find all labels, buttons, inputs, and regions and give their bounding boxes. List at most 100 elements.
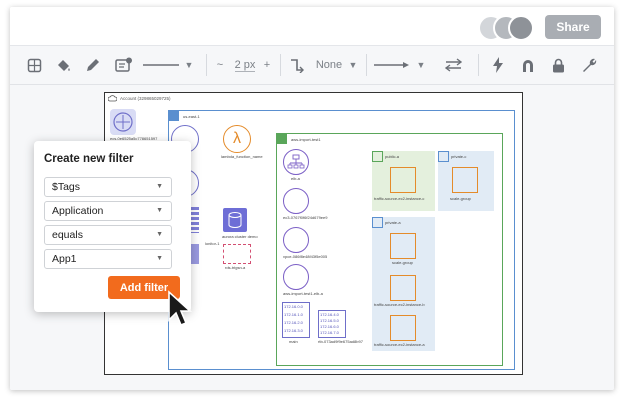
lock-icon[interactable]	[548, 46, 568, 84]
chevron-down-icon: ▼	[156, 255, 163, 262]
vpce-icon[interactable]	[283, 227, 309, 253]
stack-icon	[191, 244, 199, 264]
vpc-container[interactable]: aws-import-test1 elb-a ec3-0767f0f6f24d6…	[276, 133, 503, 366]
share-button[interactable]: Share	[545, 15, 601, 39]
ip-block: 172.16.7.0	[320, 330, 339, 335]
arrow-style-caret[interactable]: ▼	[414, 46, 428, 84]
filter-value-select[interactable]: App1 ▼	[44, 249, 172, 269]
grid-icon[interactable]	[24, 46, 44, 84]
aurora-label: aurora cluster demo	[222, 234, 258, 239]
region-container[interactable]: us-east-1 λ lambda_function_name aurora …	[168, 110, 515, 370]
storage-icon[interactable]	[223, 244, 251, 264]
database-icon[interactable]	[223, 208, 247, 232]
stack-icon	[191, 207, 199, 233]
subnet-lock-icon	[372, 151, 383, 162]
arrow-style-icon[interactable]	[372, 46, 412, 84]
wrench-icon[interactable]	[578, 46, 600, 84]
subnet-label: public-a	[385, 154, 400, 159]
endpoint-label: aws-import-test1-elb-a	[283, 291, 323, 296]
lambda-icon[interactable]: λ	[223, 125, 251, 153]
main-label: main	[289, 339, 298, 344]
vpc-label: aws-import-test1	[291, 137, 321, 142]
ip-block: 172.16.6.0	[320, 324, 339, 329]
divider	[366, 54, 367, 76]
endpoint-label: ec3-0767f0f6f24d679ee9	[283, 215, 328, 220]
route-table-left[interactable]: 172.16.0.0 172.16.1.0 172.16.2.0 172.16.…	[282, 302, 310, 338]
select-value: equals	[52, 229, 83, 241]
endpoint-select[interactable]: None	[312, 46, 346, 84]
connector-elbow-icon[interactable]	[286, 46, 308, 84]
vpc-cloud-icon	[277, 134, 287, 144]
instance-label: traffic-source-ec2-instance-c	[374, 196, 425, 201]
decrease-width-button[interactable]: ~	[212, 46, 228, 84]
ip-block: 172.16.3.0	[284, 328, 303, 333]
ec2-instance-icon[interactable]	[390, 275, 416, 301]
ip-block: 172.16.4.0	[320, 312, 339, 317]
rtb-label: rtb-073ad9f9e675ad8b97	[318, 339, 363, 344]
toolbar: ▼ ~ 2 px + None ▼ ▼	[10, 46, 614, 85]
filter-tag-select[interactable]: Application ▼	[44, 201, 172, 221]
top-bar: Share	[10, 7, 614, 46]
magnet-icon[interactable]	[518, 46, 538, 84]
route-table-right[interactable]: 172.16.4.0 172.16.5.0 172.16.6.0 172.16.…	[318, 310, 346, 338]
chevron-down-icon: ▼	[156, 231, 163, 238]
region-label: us-east-1	[183, 114, 200, 119]
lambda-label: lambda_function_name	[221, 154, 263, 159]
filter-field-select[interactable]: $Tags ▼	[44, 177, 172, 197]
subnet-label: private-a	[385, 220, 401, 225]
ip-block: 172.16.5.0	[320, 318, 339, 323]
swap-arrows-icon[interactable]	[442, 46, 464, 84]
divider	[478, 54, 479, 76]
subnet-public-a[interactable]: public-a traffic-source-ec2-instance-c	[372, 151, 435, 211]
elb-label: elb-a	[291, 176, 300, 181]
cloud-icon	[108, 95, 117, 102]
ip-block: 172.16.0.0	[284, 304, 303, 309]
line-style-icon[interactable]	[142, 46, 180, 84]
dynamo-label: rds-trigsn-a	[225, 265, 246, 270]
instance-label: scale-group	[450, 196, 471, 201]
lightning-icon[interactable]	[488, 46, 508, 84]
filter-operator-select[interactable]: equals ▼	[44, 225, 172, 245]
collaborator-avatars[interactable]	[478, 15, 538, 41]
elb-endpoint-icon[interactable]	[283, 264, 309, 290]
endpoint-icon[interactable]	[283, 188, 309, 214]
divider	[280, 54, 281, 76]
popup-title: Create new filter	[44, 153, 134, 165]
ec2-instance-icon[interactable]	[390, 315, 416, 341]
ec2-instance-icon[interactable]	[390, 167, 416, 193]
chevron-down-icon: ▼	[156, 183, 163, 190]
create-filter-popup: Create new filter $Tags ▼ Application ▼ …	[34, 141, 191, 312]
fill-bucket-icon[interactable]	[52, 46, 74, 84]
subnet-lock-icon	[438, 151, 449, 162]
instance-label: traffic-source-ec2-instance-b	[374, 302, 425, 307]
subnet-label: private-c	[451, 154, 467, 159]
line-width-value[interactable]: 2 px	[232, 46, 258, 84]
line-style-caret[interactable]: ▼	[182, 46, 196, 84]
select-value: App1	[52, 253, 77, 265]
divider	[206, 54, 207, 76]
subnet-lock-icon	[372, 217, 383, 228]
text-style-icon[interactable]	[112, 46, 136, 84]
ip-block: 172.16.1.0	[284, 312, 303, 317]
ec2-instance-icon[interactable]	[452, 167, 478, 193]
account-header: Account (329865029725)	[105, 93, 520, 104]
ec2-instance-icon[interactable]	[390, 233, 416, 259]
instance-label: scale-group	[392, 260, 413, 265]
account-label: Account (329865029725)	[120, 96, 171, 101]
subnet-private-a[interactable]: private-a scale-group traffic-source-ec2…	[372, 217, 435, 351]
instance-label: traffic-source-ec2-instance-a	[374, 342, 425, 347]
select-value: Application	[52, 205, 104, 217]
network-hub-icon	[113, 112, 133, 132]
ip-block: 172.16.2.0	[284, 320, 303, 325]
left-icon-tile[interactable]	[110, 109, 136, 135]
select-value: $Tags	[52, 181, 81, 193]
endpoint-caret[interactable]: ▼	[346, 46, 360, 84]
endpoint-label: vpce-086f8e48f43f5e005	[283, 254, 328, 259]
mouse-cursor-icon	[168, 290, 193, 327]
avatar[interactable]	[508, 15, 534, 41]
flag-icon	[169, 111, 179, 121]
increase-width-button[interactable]: +	[260, 46, 274, 84]
subnet-private-c[interactable]: private-c scale-group	[438, 151, 494, 211]
load-balancer-icon[interactable]	[283, 149, 309, 175]
pencil-icon[interactable]	[82, 46, 104, 84]
